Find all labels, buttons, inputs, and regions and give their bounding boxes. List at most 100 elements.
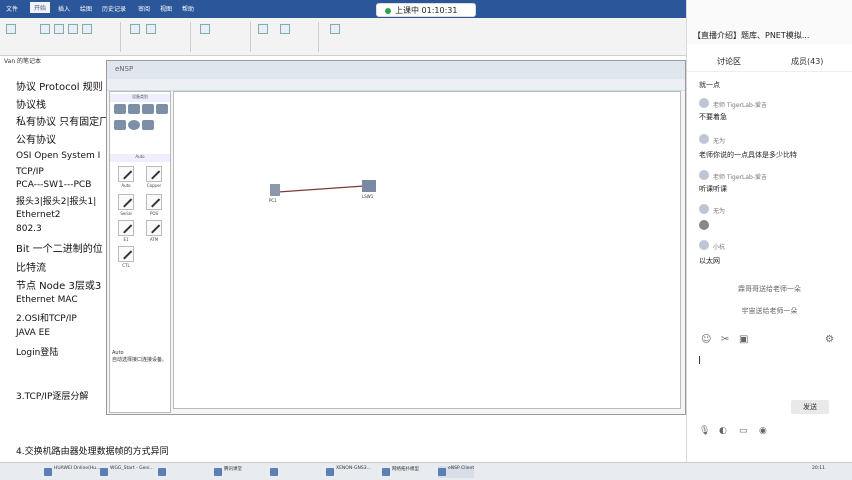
note-line: TCP/IP [16,167,44,177]
switch-device-icon[interactable] [362,180,376,192]
clock[interactable]: 20:11 [812,466,825,471]
emoji-icon [699,220,709,230]
text-cursor[interactable] [699,356,700,364]
note-line: Bit 一个二进制的位 [16,244,103,255]
taskbar: HUAWEI Online(Hu... WGG_Start - Geni... … [0,462,852,480]
wlan-icon[interactable] [142,104,154,114]
chat-message: 不要着急 [699,113,727,121]
device-label: PC1 [269,198,277,203]
location-icon[interactable]: ◉ [759,426,767,436]
switch-icon[interactable] [128,104,140,114]
ensp-toolbar [107,79,685,91]
taskbar-item[interactable] [270,466,280,478]
bullet-list-icon[interactable] [130,24,140,34]
cable-ctl-icon[interactable] [118,246,134,262]
cable-label: POS [149,211,159,216]
meeting-icon[interactable] [280,24,290,34]
taskbar-item[interactable]: 腾讯课堂 [214,466,242,478]
numbered-list-icon[interactable] [146,24,156,34]
device-label: LSW1 [362,194,374,199]
cable-atm-icon[interactable] [146,220,162,236]
note-line: Ethernet MAC [16,295,78,305]
topology-canvas[interactable]: PC1 LSW1 [173,91,681,409]
pc-icon[interactable] [114,120,126,130]
avatar [699,204,709,214]
note-line: 节点 Node 3层或3 [16,281,102,292]
notes-page: 协议 Protocol 规则 协议栈 私有协议 只有固定厂 公有协议 OSI O… [0,66,169,466]
screen-icon[interactable]: ▭ [739,426,748,436]
note-line: OSI Open System I [16,151,101,161]
ribbon-tab-insert[interactable]: 插入 [58,4,70,13]
camera-icon[interactable]: ◐ [719,426,727,436]
ribbon-tab-home[interactable]: 开始 [30,2,51,13]
taskbar-item[interactable]: XENON-GNS3... [326,466,371,478]
ribbon-tab-review[interactable]: 审阅 [138,4,150,13]
avatar [699,240,709,250]
taskbar-item[interactable] [158,466,168,478]
note-line: Login登陆 [16,348,59,358]
send-button[interactable]: 发送 [791,400,829,414]
note-line: 3.TCP/IP逐层分解 [16,392,89,402]
dictate-icon[interactable] [330,24,340,34]
recording-dot-icon [385,8,391,14]
settings-icon[interactable]: ⚙ [825,334,834,345]
router-icon[interactable] [114,104,126,114]
cable-copper-icon[interactable] [146,166,162,182]
ribbon-separator [190,22,191,52]
ribbon-tab-help[interactable]: 帮助 [182,4,194,13]
tab-discussion[interactable]: 讨论区 [717,56,741,67]
pc-device-icon[interactable] [270,184,280,196]
device-palette: 设备类别 Auto Auto Copper Serial POS E1 ATM … [109,91,171,413]
cable-label: ATM [149,237,159,242]
system-message: 霖哥哥送给老师一朵 [738,285,801,293]
other-device-icon[interactable] [142,120,154,130]
italic-icon[interactable] [54,24,64,34]
cable-label: CTL [122,263,130,268]
underline-icon[interactable] [68,24,78,34]
bold-icon[interactable] [40,24,50,34]
chat-title: 【直播介绍】题库、PNET模拟... [693,31,810,40]
style-icon[interactable] [200,24,210,34]
taskbar-item[interactable]: 网络拓扑模型 [382,466,419,478]
chat-panel: 【直播介绍】题库、PNET模拟... 讨论区 成员(43) 就一点 老师 Tig… [686,0,852,462]
taskbar-item[interactable]: WGG_Start - Geni... [100,466,154,478]
highlight-icon[interactable] [82,24,92,34]
note-line: 公有协议 [16,135,56,146]
chat-sender: 小杭 [713,244,726,251]
chat-message: 以太网 [699,257,720,265]
chat-toolbar: ☺ ✂ ▣ ⚙ [687,330,852,350]
chat-sender: 无为 [713,208,726,215]
cable-info: Auto 自动选择接口连接设备。 [112,350,168,363]
tag-icon[interactable] [258,24,268,34]
tab-members[interactable]: 成员(43) [791,56,823,67]
system-message: 宇宙送给老师一朵 [741,307,798,315]
mic-icon[interactable]: 🎙 [699,426,710,436]
chat-message: 听课听课 [699,185,727,193]
image-icon[interactable]: ▣ [739,334,748,345]
palette-header: 设备类别 [110,94,170,102]
note-line: 比特流 [16,263,46,274]
cable-pos-icon[interactable] [146,194,162,210]
ribbon-separator [120,22,121,52]
ribbon-tab-draw[interactable]: 绘图 [80,4,92,13]
ribbon-tab-view[interactable]: 视图 [160,4,172,13]
paste-icon[interactable] [6,24,16,34]
ribbon-tab-history[interactable]: 历史记录 [102,4,126,13]
cable-e1-icon[interactable] [118,220,134,236]
link-line[interactable] [277,185,365,193]
firewall-icon[interactable] [156,104,168,114]
taskbar-item[interactable]: HUAWEI Online(Hu... [44,466,100,478]
taskbar-item[interactable]: eNSP Client [438,466,475,478]
cable-auto-icon[interactable] [118,166,134,182]
emoji-icon[interactable]: ☺ [701,334,711,345]
notebook-tab[interactable]: Van 的笔记本 [0,56,120,66]
scissors-icon[interactable]: ✂ [721,334,729,345]
chat-tabs: 讨论区 成员(43) [687,52,852,72]
recording-status[interactable]: 上课中 01:10:31 [376,3,476,17]
ribbon-tab-file[interactable]: 文件 [6,4,18,13]
cloud-icon[interactable] [128,120,140,130]
cable-serial-icon[interactable] [118,194,134,210]
cable-label: Serial [120,211,132,216]
chat-sender: 老师 TigerLab-爱吉 [713,174,768,181]
chat-bottom-bar: 🎙 ◐ ▭ ◉ [687,422,852,444]
